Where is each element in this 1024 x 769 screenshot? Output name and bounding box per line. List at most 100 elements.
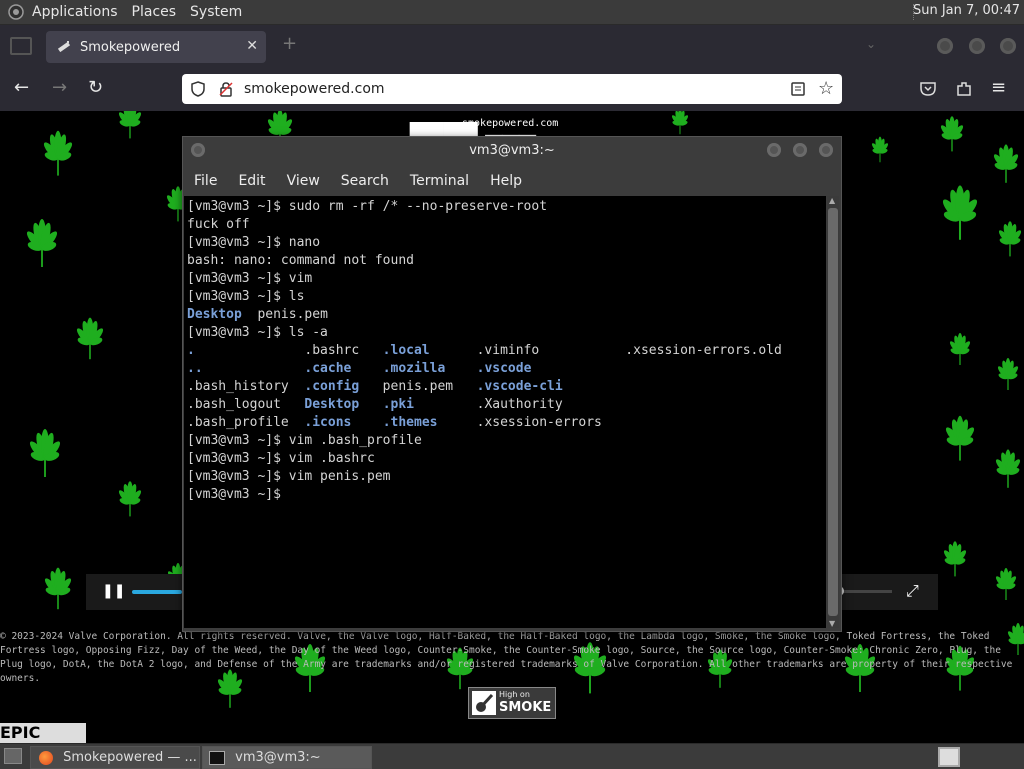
cannabis-leaf-icon [995,568,1017,600]
insecure-lock-icon[interactable] [218,81,234,97]
cannabis-leaf-icon [998,221,1022,257]
terminal-scrollbar[interactable]: ▲ ▼ [827,196,839,628]
terminal-line: [vm3@vm3 ~]$ vim .bash_profile [187,433,422,448]
distro-logo-icon[interactable] [8,4,24,20]
terminal-line: bash: nano: command not found [187,253,414,268]
menu-search[interactable]: Search [341,173,389,189]
badge-logo-icon [472,691,496,715]
terminal-line: .bash_history .config penis.pem .vscode-… [187,378,823,396]
browser-nav-bar: ← → ↻ smokepowered.com ☆ ≡ [0,67,1024,111]
fullscreen-icon[interactable]: ⤢ [906,581,919,601]
volume-slider[interactable] [834,586,892,596]
directory-name: .local [382,343,430,358]
new-tab-icon[interactable]: + [282,33,297,54]
cannabis-leaf-icon [945,415,975,461]
clock[interactable]: Sun Jan 7, 00:47 [913,3,1020,18]
menu-file[interactable]: File [194,173,217,189]
pocket-icon[interactable] [919,80,937,98]
show-desktop-icon[interactable] [4,748,22,764]
browser-tab-bar: Smokepowered ✕ + ⌄ [0,25,1024,67]
terminal-line: [vm3@vm3 ~]$ ls [187,289,305,304]
maximize-window-button[interactable] [969,38,985,54]
file-name [445,361,476,376]
terminal-line: [vm3@vm3 ~]$ nano [187,235,321,250]
file-name: .bash_profile [187,415,305,430]
menu-edit[interactable]: Edit [238,173,265,189]
directory-name: .mozilla [382,361,446,376]
menu-terminal[interactable]: Terminal [410,173,469,189]
seek-bar[interactable] [132,590,182,594]
directory-name: Desktop [187,307,242,322]
high-on-smoke-badge[interactable]: High on SMOKE [468,687,556,719]
directory-name: .icons [304,415,352,430]
hamburger-menu-icon[interactable]: ≡ [991,78,1006,98]
pause-icon[interactable]: ❚❚ [102,583,125,599]
terminal-close-button[interactable] [819,143,833,157]
workspace-switcher[interactable] [938,747,960,767]
terminal-title: vm3@vm3:~ [469,143,555,158]
extensions-icon[interactable] [955,80,973,98]
menu-view[interactable]: View [287,173,320,189]
badge-line-2: SMOKE [499,700,552,715]
forward-icon[interactable]: → [52,78,67,98]
cannabis-leaf-icon [995,449,1021,488]
tab-list-icon[interactable] [10,37,32,55]
file-name [359,397,382,412]
terminal-line: Desktop penis.pem [187,306,823,324]
terminal-line: .bash_logout Desktop .pki .Xauthority [187,396,823,414]
applications-menu[interactable]: Applications [32,4,118,20]
favicon-icon [57,41,71,53]
shield-icon[interactable] [190,81,206,97]
file-name [351,415,382,430]
scrollbar-thumb[interactable] [828,208,838,616]
epic-badge[interactable]: EPIC [0,723,86,743]
cannabis-leaf-icon [29,429,61,477]
cannabis-leaf-icon [943,541,967,577]
copyright-notice: © 2023-2024 Valve Corporation. All right… [0,631,1013,684]
url-text: smokepowered.com [244,81,385,97]
directory-name: .cache [304,361,352,376]
directory-name: .vscode-cli [476,379,563,394]
file-name: penis.pem [359,379,477,394]
cannabis-leaf-icon [942,185,978,240]
list-all-tabs-icon[interactable]: ⌄ [866,37,876,51]
terminal-line: [vm3@vm3 ~]$ sudo rm -rf /* --no-preserv… [187,199,548,214]
system-menu[interactable]: System [190,4,242,20]
menu-help[interactable]: Help [490,173,522,189]
terminal-icon [209,750,225,765]
task-firefox[interactable]: Smokepowered — ... [30,746,200,769]
terminal-line: fuck off [187,217,250,232]
file-name [203,361,305,376]
task-firefox-label: Smokepowered — ... [63,750,197,765]
terminal-maximize-button[interactable] [793,143,807,157]
places-menu[interactable]: Places [132,4,177,20]
terminal-line: [vm3@vm3 ~]$ vim penis.pem [187,469,391,484]
terminal-output[interactable]: [vm3@vm3 ~]$ sudo rm -rf /* --no-preserv… [184,196,826,506]
url-bar[interactable]: smokepowered.com ☆ [182,74,842,104]
close-window-button[interactable] [1000,38,1016,54]
bookmark-star-icon[interactable]: ☆ [818,78,834,99]
directory-name: .config [304,379,360,394]
terminal-line: .. .cache .mozilla .vscode [187,360,823,378]
firefox-icon [39,750,53,765]
reader-view-icon[interactable] [790,81,806,97]
tab-smokepowered[interactable]: Smokepowered ✕ [46,31,266,63]
tab-title: Smokepowered [80,39,181,55]
terminal-screen[interactable]: [vm3@vm3 ~]$ sudo rm -rf /* --no-preserv… [184,196,826,628]
terminal-window[interactable]: vm3@vm3:~ File Edit View Search Terminal… [182,136,842,632]
reload-icon[interactable]: ↻ [88,78,103,98]
terminal-line: [vm3@vm3 ~]$ vim .bashrc [187,451,375,466]
cannabis-leaf-icon [76,317,104,360]
task-terminal[interactable]: vm3@vm3:~ [202,746,372,769]
close-tab-icon[interactable]: ✕ [246,38,258,54]
directory-name: .themes [382,415,438,430]
cannabis-leaf-icon [940,116,964,152]
terminal-menubar: File Edit View Search Terminal Help [183,167,841,195]
back-icon[interactable]: ← [14,78,29,98]
minimize-window-button[interactable] [937,38,953,54]
terminal-minimize-button[interactable] [767,143,781,157]
scroll-up-icon[interactable]: ▲ [829,196,835,205]
file-name: .bash_logout [187,397,305,412]
scroll-down-icon[interactable]: ▼ [829,619,835,628]
top-panel: Applications Places System Sun Jan 7, 00… [0,0,1024,25]
